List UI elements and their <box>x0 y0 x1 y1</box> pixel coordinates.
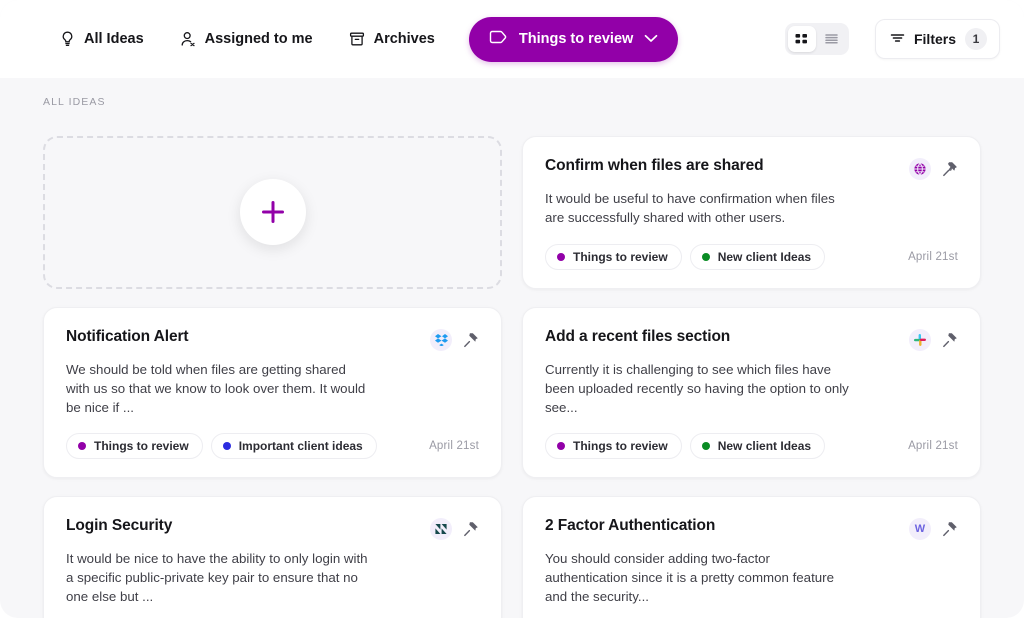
pin-icon[interactable] <box>942 332 958 348</box>
dropbox-icon <box>430 329 452 351</box>
grid-icon <box>794 32 809 46</box>
card-title: 2 Factor Authentication <box>545 517 715 535</box>
idea-card[interactable]: 2 Factor Authentication W You should con… <box>522 496 981 618</box>
card-header: Login Security <box>66 517 479 540</box>
nav-item-archives[interactable]: Archives <box>331 21 453 57</box>
tag-label: Things to review <box>573 250 668 264</box>
card-footer: Things to review Important client ideas … <box>66 417 479 459</box>
card-icon-group: W <box>909 517 958 540</box>
tag-dot-icon <box>78 442 86 450</box>
card-footer: Things to review New client Ideas April … <box>545 607 958 618</box>
person-icon <box>180 31 196 47</box>
nav-item-assigned-to-me[interactable]: Assigned to me <box>162 21 331 57</box>
card-description: We should be told when files are getting… <box>66 361 371 418</box>
tag-label: Things to review <box>94 439 189 453</box>
pin-icon[interactable] <box>463 521 479 537</box>
card-date: April 21st <box>908 440 958 452</box>
card-tag[interactable]: Important client ideas <box>211 433 377 459</box>
card-date: April 21st <box>429 440 479 452</box>
add-idea-card[interactable] <box>43 136 502 289</box>
card-icon-group <box>909 328 958 351</box>
card-tag[interactable]: Things to review <box>545 244 682 270</box>
tag-label: Things to review <box>573 439 668 453</box>
list-view-button[interactable] <box>818 26 846 52</box>
card-date: April 21st <box>908 251 958 263</box>
chevron-down-icon[interactable] <box>644 31 658 47</box>
tag-dot-icon <box>223 442 231 450</box>
card-description: It would be nice to have the ability to … <box>66 550 371 607</box>
card-header: 2 Factor Authentication W <box>545 517 958 540</box>
header-bar: All Ideas Assigned to me <box>0 0 1024 78</box>
idea-card[interactable]: Confirm when files are shared <box>522 136 981 289</box>
grid-view-button[interactable] <box>788 26 816 52</box>
tag-label: New client Ideas <box>718 250 811 264</box>
card-footer: Things to review Important client ideas … <box>66 607 479 618</box>
pin-icon[interactable] <box>942 521 958 537</box>
card-title: Login Security <box>66 517 172 535</box>
tag-dot-icon <box>557 442 565 450</box>
idea-card[interactable]: Notification Alert <box>43 307 502 479</box>
card-icon-group <box>909 157 958 180</box>
card-description: It would be useful to have confirmation … <box>545 190 850 228</box>
idea-card[interactable]: Login Security <box>43 496 502 618</box>
globe-icon <box>909 158 931 180</box>
lightbulb-icon <box>60 31 75 47</box>
view-mode-toggle <box>785 23 849 55</box>
card-icon-group <box>430 328 479 351</box>
letter-badge-icon: W <box>909 518 931 540</box>
ideas-grid: Confirm when files are shared <box>43 136 981 618</box>
card-description: You should consider adding two-factor au… <box>545 550 850 607</box>
card-header: Notification Alert <box>66 328 479 351</box>
pin-icon[interactable] <box>463 332 479 348</box>
section-label: ALL IDEAS <box>43 96 106 108</box>
things-to-review-filter-button[interactable]: Things to review <box>469 17 678 62</box>
card-header: Confirm when files are shared <box>545 157 958 180</box>
card-title: Notification Alert <box>66 328 189 346</box>
tag-dot-icon <box>557 253 565 261</box>
card-tag[interactable]: New client Ideas <box>690 244 825 270</box>
archive-icon <box>349 31 365 47</box>
nav-item-label: All Ideas <box>84 31 144 47</box>
card-tag[interactable]: Things to review <box>545 433 682 459</box>
tag-label: New client Ideas <box>718 439 811 453</box>
card-description: Currently it is challenging to see which… <box>545 361 850 418</box>
card-title: Add a recent files section <box>545 328 730 346</box>
card-footer: Things to review New client Ideas April … <box>545 228 958 270</box>
slack-icon <box>909 329 931 351</box>
app-root: All Ideas Assigned to me <box>0 0 1024 618</box>
filter-icon <box>890 31 905 47</box>
tag-dot-icon <box>702 442 710 450</box>
filters-label: Filters <box>914 31 956 47</box>
card-tag[interactable]: New client Ideas <box>690 433 825 459</box>
add-idea-circle[interactable] <box>240 179 306 245</box>
filters-button[interactable]: Filters 1 <box>875 19 1000 59</box>
tag-label: Important client ideas <box>239 439 363 453</box>
things-to-review-label: Things to review <box>519 31 633 47</box>
card-footer: Things to review New client Ideas April … <box>545 417 958 459</box>
card-header: Add a recent files section <box>545 328 958 351</box>
card-tag[interactable]: Things to review <box>66 433 203 459</box>
tag-icon <box>489 30 508 49</box>
header-actions: Filters 1 <box>785 19 1000 59</box>
tag-dot-icon <box>702 253 710 261</box>
list-icon <box>824 32 839 46</box>
filters-count-badge: 1 <box>965 28 987 50</box>
nav-item-all-ideas[interactable]: All Ideas <box>42 21 162 57</box>
plus-icon <box>256 195 290 229</box>
pin-icon[interactable] <box>942 161 958 177</box>
idea-card[interactable]: Add a recent files section <box>522 307 981 479</box>
nav-item-label: Archives <box>374 31 435 47</box>
main-nav: All Ideas Assigned to me <box>42 0 678 78</box>
card-icon-group <box>430 517 479 540</box>
zendesk-icon <box>430 518 452 540</box>
card-title: Confirm when files are shared <box>545 157 763 175</box>
nav-item-label: Assigned to me <box>205 31 313 47</box>
